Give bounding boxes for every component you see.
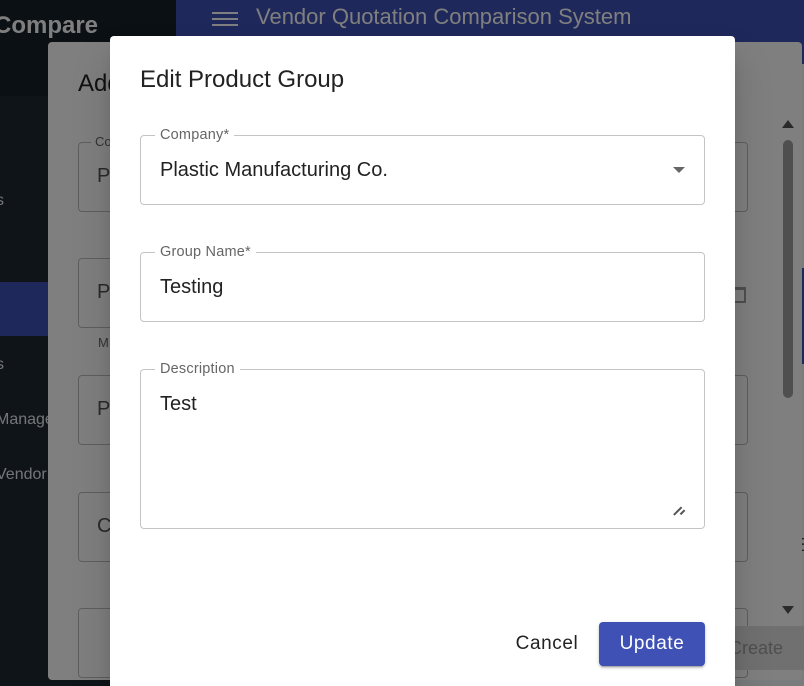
dialog-actions: Cancel Update (110, 622, 735, 668)
update-button[interactable]: Update (599, 622, 705, 666)
company-select[interactable]: Company* Plastic Manufacturing Co. (140, 127, 705, 205)
description-value[interactable]: Test (160, 393, 197, 416)
company-label: Company* (155, 127, 235, 143)
group-name-value[interactable]: Testing (160, 276, 223, 299)
resize-handle-icon[interactable] (673, 498, 685, 515)
edit-product-group-dialog: Edit Product Group Company* Plastic Manu… (110, 36, 735, 686)
cancel-button[interactable]: Cancel (505, 622, 589, 666)
group-name-field[interactable]: Group Name* Testing (140, 244, 705, 322)
group-name-label: Group Name* (155, 244, 256, 260)
chevron-down-icon[interactable] (673, 167, 685, 173)
dialog-title: Edit Product Group (140, 66, 345, 93)
company-value: Plastic Manufacturing Co. (160, 159, 388, 181)
description-label: Description (155, 361, 240, 377)
description-field[interactable]: Description Test (140, 361, 705, 529)
